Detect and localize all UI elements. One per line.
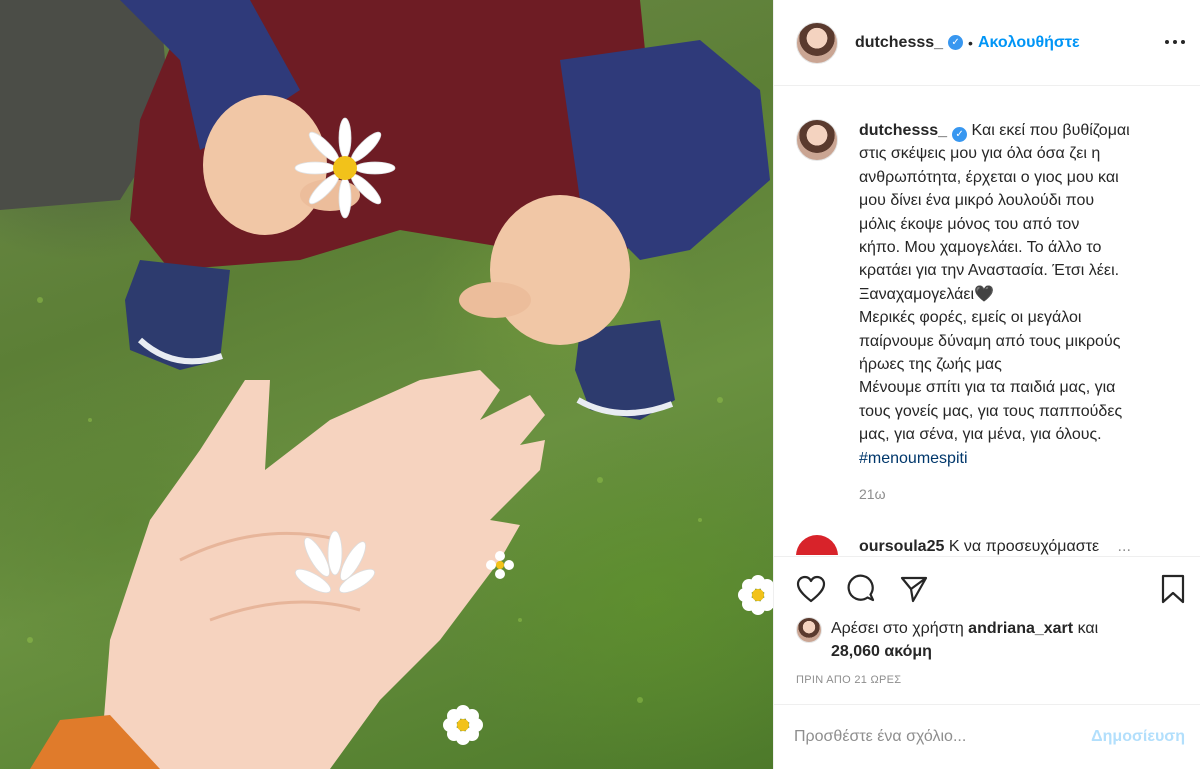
caption-line: Ξαναχαμογελάει🖤 <box>859 285 994 303</box>
post-header: dutchesss_ ✓ • Ακολουθήστε <box>774 0 1200 86</box>
comment-options-icon[interactable]: ... <box>1118 538 1131 555</box>
post-side-panel: dutchesss_ ✓ • Ακολουθήστε dutchesss_ ✓ Κ… <box>773 0 1200 769</box>
comment-icon[interactable] <box>845 572 879 606</box>
verified-badge-icon: ✓ <box>948 35 964 50</box>
commenter-avatar[interactable] <box>796 535 838 555</box>
caption-text: dutchesss_ ✓ Και εκεί που βυθίζομαι στις … <box>859 119 1189 507</box>
comment-input[interactable] <box>794 728 1092 746</box>
liker-username[interactable]: andriana_xart <box>968 620 1073 637</box>
photo-illustration <box>0 0 773 769</box>
post-actions: Αρέσει στο χρήστη andriana_xart και 28,0… <box>774 556 1200 704</box>
caption-line: μου δίνει ένα μικρό λουλούδι που <box>859 192 1095 210</box>
caption-line: μας, για σένα, για μένα, για όλους. <box>859 426 1102 444</box>
caption-line: μόλις έκοψε μόνος του από τον <box>859 215 1080 233</box>
likes-conj: και <box>1077 620 1099 637</box>
caption-line: Και εκεί που βυθίζομαι <box>971 122 1130 139</box>
caption-line: στις σκέψεις μου για όλα όσα ζει η <box>859 145 1101 163</box>
bookmark-icon[interactable] <box>1156 572 1190 606</box>
likes-prefix: Αρέσει στο χρήστη <box>831 620 964 637</box>
caption-line: Μερικές φορές, εμείς οι μεγάλοι <box>859 309 1082 327</box>
caption-age[interactable]: 21ω <box>859 483 1189 506</box>
author-username[interactable]: dutchesss_ <box>855 34 943 52</box>
heart-icon[interactable] <box>794 572 828 606</box>
header-separator: • <box>968 34 973 51</box>
post-comment-button[interactable]: Δημοσίευση <box>1091 728 1185 746</box>
share-icon[interactable] <box>897 572 931 606</box>
caption-line: ανθρωπότητα, έρχεται ο γιος μου και <box>859 168 1119 186</box>
add-comment-form: Δημοσίευση <box>774 704 1200 769</box>
comment-item: oursoula25 Κ να προσευχόμαστε ... <box>796 535 1131 555</box>
likes-suffix[interactable]: ακόμη <box>884 643 932 660</box>
caption-line: παίρνουμε δύναμη από τους μικρούς <box>859 332 1121 350</box>
caption-line: Μένουμε σπίτι για τα παιδιά μας, για <box>859 379 1116 397</box>
post-timestamp[interactable]: ΠΡΙΝ ΑΠΟ 21 ΩΡΕΣ <box>796 674 901 686</box>
caption-line: ήρωες της ζωής μας <box>859 356 1002 374</box>
commenter-username[interactable]: oursoula25 <box>859 538 944 555</box>
hashtag-link[interactable]: #menoumespiti <box>859 447 1189 470</box>
likes-count[interactable]: 28,060 <box>831 643 880 660</box>
likes-summary: Αρέσει στο χρήστη andriana_xart και 28,0… <box>796 617 1098 663</box>
liker-avatar[interactable] <box>796 617 822 643</box>
caption-username[interactable]: dutchesss_ <box>859 122 947 139</box>
caption-verified-badge-icon: ✓ <box>952 127 968 142</box>
author-avatar[interactable] <box>796 21 838 64</box>
caption-author-avatar[interactable] <box>796 119 838 161</box>
post-caption: dutchesss_ ✓ Και εκεί που βυθίζομαι στις … <box>796 119 1189 507</box>
comments-section[interactable]: dutchesss_ ✓ Και εκεί που βυθίζομαι στις … <box>774 87 1200 555</box>
more-options-icon[interactable] <box>1163 30 1187 54</box>
post-photo[interactable] <box>0 0 773 769</box>
caption-line: τους γονείς μας, για τους παππούδες <box>859 402 1123 420</box>
caption-line: κήπο. Μου χαμογελάει. Το άλλο το <box>859 239 1102 257</box>
caption-line: κρατάει για την Αναστασία. Έτσι λέει. <box>859 262 1120 280</box>
follow-button[interactable]: Ακολουθήστε <box>978 34 1080 52</box>
comment-text: Κ να προσευχόμαστε <box>948 538 1100 555</box>
